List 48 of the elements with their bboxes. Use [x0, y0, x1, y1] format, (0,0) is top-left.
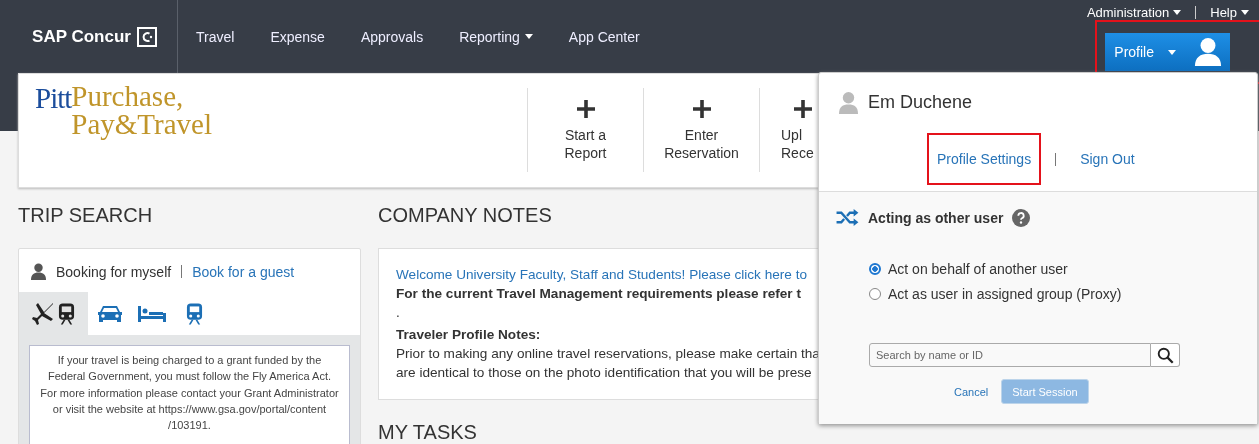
acting-title: Acting as other user	[868, 209, 1004, 226]
welcome-link[interactable]: Welcome University Faculty, Staff and Students! Please click here to	[396, 265, 808, 284]
utility-menu-link[interactable]: Administration	[1086, 5, 1182, 20]
option-label: Act as user in assigned group (Proxy)	[888, 286, 1122, 302]
profile-menu-link[interactable]: Sign Out	[1070, 133, 1145, 185]
university-logo: PittPurchase, Pay&Travel	[34, 79, 214, 142]
train-icon	[58, 302, 75, 325]
profile-button[interactable]: Profile	[1105, 33, 1230, 71]
help-icon[interactable]	[1012, 208, 1031, 227]
nav-link[interactable]: Reporting	[459, 28, 533, 45]
search-icon	[1156, 346, 1174, 364]
airplane-icon	[32, 302, 54, 325]
radio-button[interactable]	[869, 263, 881, 275]
plus-icon	[576, 100, 595, 118]
quick-action-tile[interactable]: Start a Report	[527, 88, 643, 172]
booking-label: Booking for myself	[56, 263, 172, 280]
cancel-link[interactable]: Cancel	[954, 385, 989, 398]
section-title: TRIP SEARCH	[18, 204, 153, 228]
person-icon	[31, 263, 46, 280]
requirements-text: For the current Travel Management requirements please refer t	[396, 285, 801, 303]
grant-notice-text: If your travel is being charged to a grant funded by the Federal Government, you must follow the Fly America Act. For more information please contact your Grant Administrator or visit the website at https://www.gsa.gov/portal/content /103191.	[29, 345, 350, 444]
shuffle-icon	[835, 208, 859, 227]
section-title: COMPANY NOTES	[378, 204, 552, 228]
person-icon	[1194, 37, 1222, 67]
utility-menu-link[interactable]: Help	[1210, 5, 1249, 20]
brand-mark-icon	[136, 26, 157, 47]
guest-booking-link[interactable]: Book for a guest	[192, 263, 295, 280]
bed-icon	[138, 305, 166, 322]
plus-icon	[692, 100, 711, 118]
travel-type-tab[interactable]	[19, 292, 88, 335]
nav-link[interactable]: App Center	[568, 28, 640, 45]
profile-menu-link[interactable]: Profile Settings	[927, 133, 1042, 185]
user-avatar-icon	[839, 91, 858, 114]
quick-action-tile[interactable]: Enter Reservation	[643, 88, 759, 172]
user-search-field[interactable]: Search by name or ID	[869, 343, 1151, 367]
search-button[interactable]	[1151, 343, 1180, 367]
brand-logo-text[interactable]: SAP Concur	[32, 26, 131, 47]
train-icon	[185, 302, 203, 325]
plus-icon	[794, 100, 812, 118]
section-title: MY TASKS	[378, 421, 477, 444]
option-label: Act on behalf of another user	[888, 261, 1068, 277]
separator-text: .	[396, 304, 400, 322]
notes-heading: Traveler Profile Notes:	[396, 326, 541, 344]
nav-link[interactable]: Expense	[270, 28, 325, 45]
radio-button[interactable]	[869, 288, 881, 300]
nav-link[interactable]: Travel	[196, 28, 235, 45]
car-icon	[98, 304, 122, 323]
nav-link[interactable]: Approvals	[360, 28, 424, 45]
